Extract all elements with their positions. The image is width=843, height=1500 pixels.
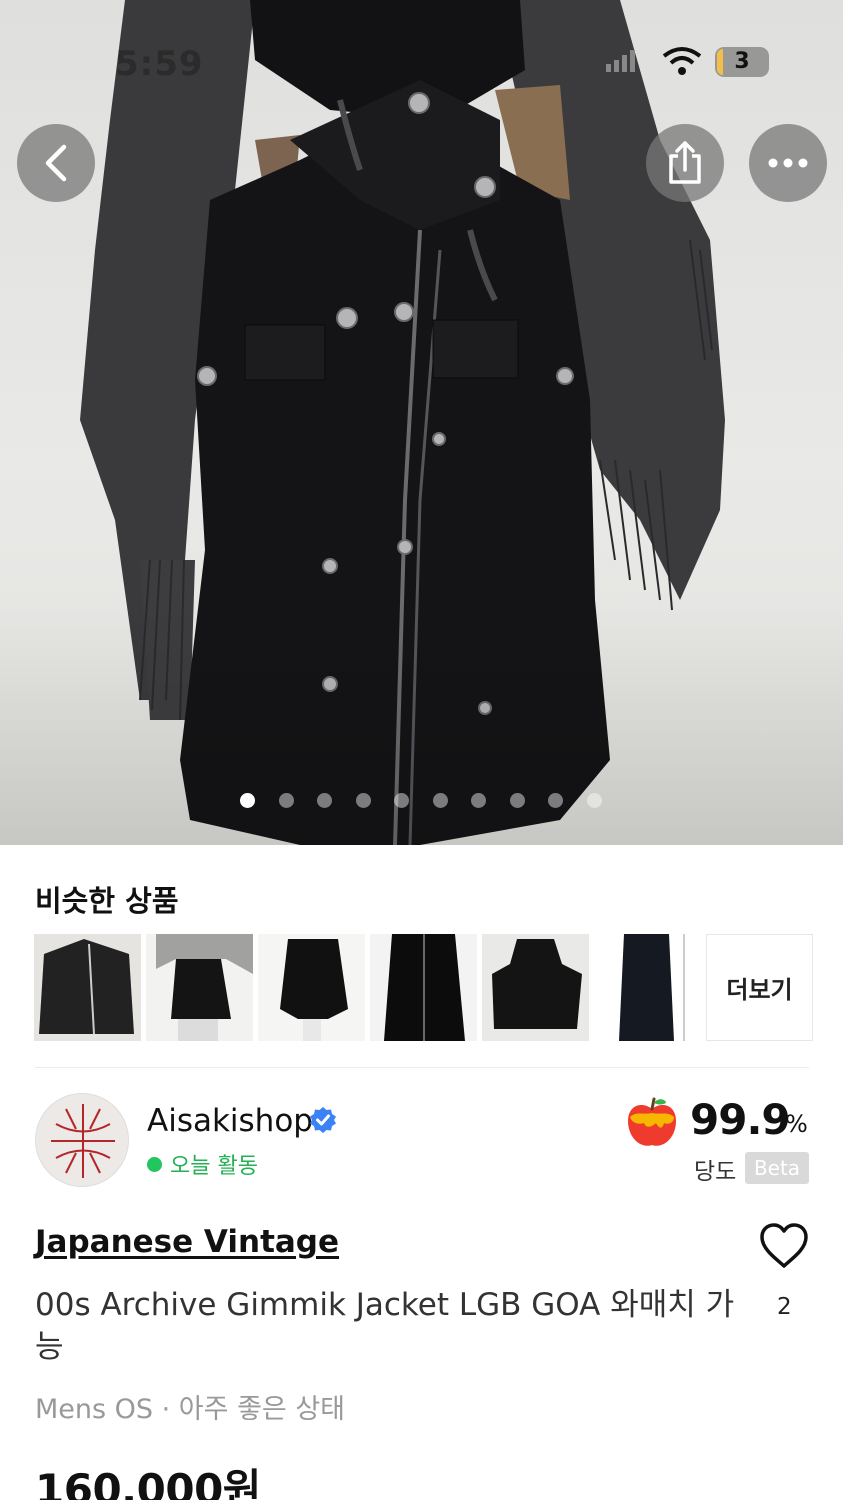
share-button[interactable] bbox=[646, 124, 724, 202]
like-count: 2 bbox=[777, 1294, 792, 1320]
pagination-dot[interactable] bbox=[586, 793, 602, 808]
activity-label: 오늘 활동 bbox=[170, 1154, 258, 1179]
similar-product-thumbnail[interactable] bbox=[370, 934, 477, 1041]
product-image-carousel[interactable]: 5:59 3 bbox=[0, 0, 843, 845]
similar-products-list: 더보기 bbox=[34, 934, 813, 1041]
more-options-button[interactable] bbox=[749, 124, 827, 202]
chevron-left-icon bbox=[45, 144, 67, 182]
seller-score-value: 99.9 bbox=[690, 1095, 791, 1144]
battery-indicator: 3 bbox=[715, 47, 769, 77]
photo-shading bbox=[0, 600, 843, 845]
share-icon bbox=[669, 141, 701, 184]
carousel-pagination[interactable] bbox=[240, 793, 602, 808]
pagination-dot[interactable] bbox=[548, 793, 563, 808]
pagination-dot[interactable] bbox=[317, 793, 332, 808]
seller-score-unit: % bbox=[785, 1110, 808, 1138]
pagination-dot[interactable] bbox=[509, 793, 525, 808]
product-thumbnail-image bbox=[146, 934, 253, 1041]
similar-products-title: 비슷한 상품 bbox=[35, 884, 179, 918]
heart-icon[interactable] bbox=[758, 1222, 810, 1270]
pagination-dot[interactable] bbox=[394, 793, 409, 808]
pagination-dot[interactable] bbox=[471, 793, 486, 808]
apple-score-icon bbox=[628, 1097, 676, 1146]
pagination-dot[interactable] bbox=[278, 793, 294, 808]
back-button[interactable] bbox=[17, 124, 95, 202]
product-meta: Mens OS · 아주 좋은 상태 bbox=[35, 1394, 346, 1425]
beta-badge: Beta bbox=[745, 1152, 809, 1184]
status-bar: 5:59 3 bbox=[0, 40, 843, 86]
product-price: 160,000원 bbox=[35, 1465, 261, 1500]
cellular-signal-icon bbox=[606, 50, 635, 72]
product-thumbnail-image bbox=[34, 934, 141, 1041]
product-thumbnail-image bbox=[258, 934, 365, 1041]
online-status-dot bbox=[147, 1156, 162, 1172]
product-thumbnail-image bbox=[594, 934, 701, 1041]
seller-score-label: 당도 bbox=[694, 1159, 737, 1185]
similar-product-thumbnail[interactable] bbox=[146, 934, 253, 1041]
seller-avatar[interactable] bbox=[35, 1093, 129, 1187]
seller-name[interactable]: Aisakishop bbox=[147, 1103, 313, 1139]
similar-product-thumbnail[interactable] bbox=[258, 934, 365, 1041]
verified-badge-icon bbox=[310, 1107, 336, 1133]
product-thumbnail-image bbox=[370, 934, 477, 1041]
pagination-dot[interactable] bbox=[355, 793, 371, 808]
similar-product-thumbnail[interactable] bbox=[594, 934, 701, 1041]
similar-product-thumbnail[interactable] bbox=[482, 934, 589, 1041]
see-more-button[interactable]: 더보기 bbox=[706, 934, 813, 1041]
pagination-dot[interactable] bbox=[432, 793, 448, 808]
wifi-icon bbox=[662, 47, 702, 75]
more-horizontal-icon bbox=[768, 158, 808, 168]
status-time: 5:59 bbox=[115, 44, 204, 84]
product-thumbnail-image bbox=[482, 934, 589, 1041]
seller-avatar-image bbox=[36, 1094, 128, 1186]
product-brand-link[interactable]: Japanese Vintage bbox=[35, 1224, 339, 1260]
similar-product-thumbnail[interactable] bbox=[34, 934, 141, 1041]
section-divider bbox=[35, 1067, 809, 1068]
product-title: 00s Archive Gimmik Jacket LGB GOA 와매치 가능 bbox=[35, 1287, 735, 1365]
seller-activity-status: 오늘 활동 bbox=[147, 1148, 258, 1180]
pagination-dot[interactable] bbox=[240, 793, 255, 808]
